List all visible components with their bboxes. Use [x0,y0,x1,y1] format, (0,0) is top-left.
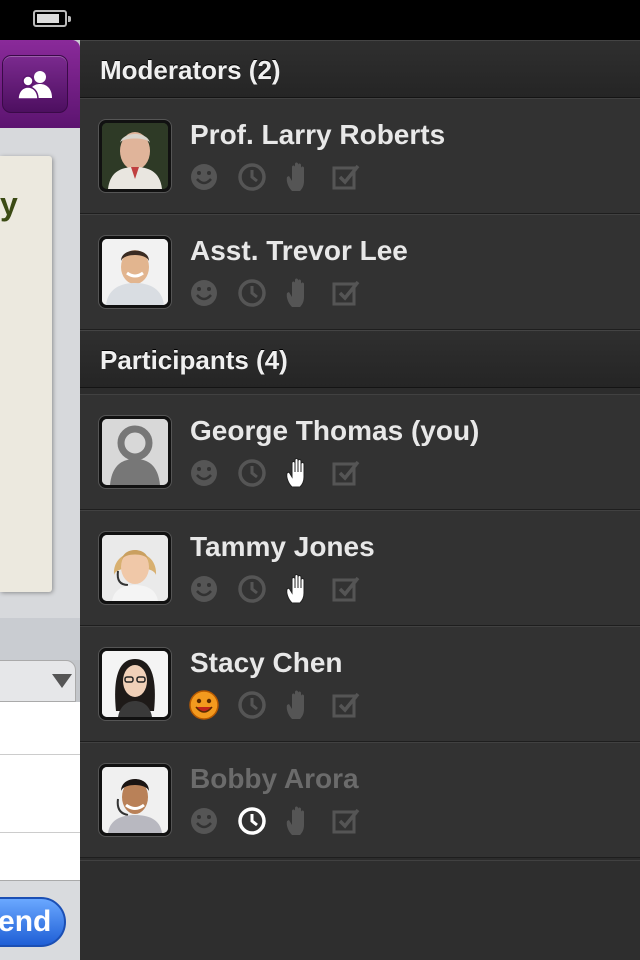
avatar [98,235,172,309]
smiley-icon[interactable] [188,457,220,489]
background-app: y Send [0,40,80,960]
participant-row[interactable]: Asst. Trevor Lee [80,214,640,330]
dropdown-arrow-icon[interactable] [52,674,72,688]
list-divider [0,754,80,755]
participants-panel: Moderators (2) Prof. Larry Roberts Asst.… [80,40,640,960]
clock-icon[interactable] [236,573,268,605]
whiteboard-area: y [0,128,80,618]
participant-name: Tammy Jones [190,531,375,562]
clock-icon[interactable] [236,277,268,309]
participant-name: Prof. Larry Roberts [190,119,446,150]
chat-input-bar: Send [0,880,80,960]
avatar [98,415,172,489]
smiley-icon[interactable] [188,573,220,605]
battery-icon [33,10,71,27]
participants-toggle-button[interactable] [2,55,68,113]
checkbox-icon[interactable] [330,573,362,605]
participant-name: Asst. Trevor Lee [190,235,408,266]
raise-hand-icon[interactable] [282,161,314,193]
clock-icon[interactable] [236,457,268,489]
clock-icon[interactable] [236,689,268,721]
clock-icon[interactable] [236,805,268,837]
participant-row[interactable]: George Thomas (you) [80,394,640,510]
smiley-icon[interactable] [188,689,220,721]
participant-name: Stacy Chen [190,647,343,678]
section-title: Participants (4) [100,345,288,375]
participant-name: Bobby Arora [190,763,359,794]
smiley-icon[interactable] [188,277,220,309]
chat-tab-strip [0,660,80,702]
checkbox-icon[interactable] [330,457,362,489]
participant-row[interactable]: Stacy Chen [80,626,640,742]
avatar-photo [102,651,168,717]
section-title: Moderators (2) [100,55,281,85]
participant-row[interactable]: Tammy Jones [80,510,640,626]
checkbox-icon[interactable] [330,689,362,721]
avatar [98,647,172,721]
moderators-section-header: Moderators (2) [80,40,640,98]
participant-row[interactable]: Prof. Larry Roberts [80,98,640,214]
send-button[interactable]: Send [0,897,66,947]
avatar-photo [102,239,168,305]
checkbox-icon[interactable] [330,161,362,193]
list-divider [0,832,80,833]
panel-empty-area [80,860,640,960]
raise-hand-icon[interactable] [282,805,314,837]
status-bar [0,0,640,40]
raise-hand-icon[interactable] [282,277,314,309]
participant-name: George Thomas (you) [190,415,480,446]
avatar-photo [102,535,168,601]
avatar [98,763,172,837]
default-avatar-icon [102,419,168,485]
avatar-photo [102,123,168,189]
participants-section-header: Participants (4) [80,330,640,388]
checkbox-icon[interactable] [330,277,362,309]
document-page: y [0,156,52,592]
people-icon [17,71,52,100]
document-text: y [0,186,18,222]
app-header [0,40,80,128]
avatar [98,531,172,605]
smiley-icon[interactable] [188,805,220,837]
raise-hand-icon[interactable] [282,689,314,721]
smiley-icon[interactable] [188,161,220,193]
raise-hand-icon[interactable] [282,573,314,605]
participant-row[interactable]: Bobby Arora [80,742,640,858]
raise-hand-icon[interactable] [282,457,314,489]
avatar-photo [102,767,168,833]
checkbox-icon[interactable] [330,805,362,837]
clock-icon[interactable] [236,161,268,193]
avatar [98,119,172,193]
